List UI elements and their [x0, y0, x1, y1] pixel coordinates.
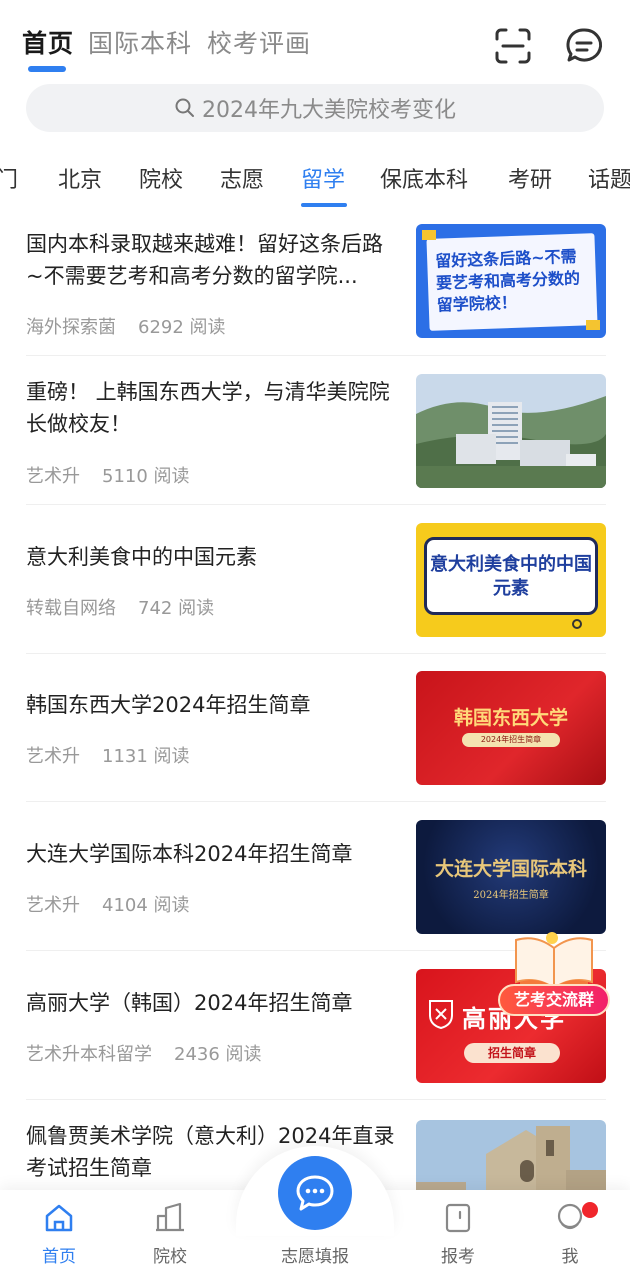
article-author: 海外探索菌 [26, 317, 116, 338]
article-author: 艺术升 [26, 466, 80, 487]
article-author: 艺术升 [26, 895, 80, 916]
apply-icon [445, 1203, 471, 1233]
article-card[interactable]: 国内本科录取越来越难！留好这条后路~不需要艺考和高考分数的留学院... 海外探索… [26, 210, 606, 356]
category-item[interactable]: 门 [0, 162, 18, 194]
article-meta: 转载自网络 742 阅读 [26, 594, 214, 620]
thumbnail-caption: 大连大学国际本科 [434, 858, 587, 880]
article-views: 742 阅读 [138, 598, 215, 619]
scan-icon[interactable] [493, 26, 533, 66]
article-card[interactable]: 韩国东西大学2024年招生简章 艺术升 1131 阅读 韩国东西大学 2024年招… [26, 654, 606, 802]
article-title: 韩国东西大学2024年招生简章 [26, 693, 311, 717]
tape-decor [422, 230, 436, 240]
open-book-icon [515, 932, 593, 990]
article-author: 艺术升 [26, 746, 80, 767]
category-item-topics[interactable]: 话题 [588, 162, 630, 194]
category-item-study-abroad[interactable]: 留学 [301, 162, 345, 194]
thumbnail-subcaption: 2024年招生简章 [462, 733, 560, 747]
search-placeholder: 2024年九大美院校考变化 [202, 98, 456, 123]
article-title: 国内本科录取越来越难！留好这条后路~不需要艺考和高考分数的留学院... [26, 232, 383, 288]
category-item-backup-undergrad[interactable]: 保底本科 [380, 162, 468, 194]
notification-dot [582, 1202, 598, 1218]
article-thumbnail: 意大利美食中的中国元素 [416, 523, 606, 637]
article-meta: 艺术升 1131 阅读 [26, 742, 190, 768]
article-author: 艺术升本科留学 [26, 1044, 152, 1065]
tab-international-undergrad[interactable]: 国际本科 [88, 24, 192, 60]
nav-home[interactable]: 首页 [9, 1190, 109, 1280]
article-title: 高丽大学（韩国）2024年招生简章 [26, 991, 353, 1015]
tab-home[interactable]: 首页 [22, 24, 74, 60]
thumbnail-subcaption: 招生简章 [464, 1043, 560, 1063]
category-item-volunteer[interactable]: 志愿 [220, 162, 264, 194]
nav-profile[interactable]: 我 [520, 1190, 620, 1280]
category-nav: 门 北京 院校 志愿 留学 保底本科 考研 话题 [0, 150, 630, 210]
message-icon[interactable] [564, 26, 604, 66]
top-tab-bar: 首页 国际本科 校考评画 [0, 0, 630, 80]
article-card[interactable]: 大连大学国际本科2024年招生简章 艺术升 4104 阅读 大连大学国际本科 20… [26, 802, 606, 951]
active-tab-indicator [28, 66, 66, 72]
home-icon [45, 1204, 73, 1232]
article-thumbnail: 大连大学国际本科 2024年招生简章 [416, 820, 606, 934]
chat-bubble-icon [296, 1175, 334, 1211]
tape-decor [586, 320, 600, 330]
category-item-postgrad[interactable]: 考研 [508, 162, 552, 194]
article-card[interactable]: 意大利美食中的中国元素 转载自网络 742 阅读 意大利美食中的中国元素 [26, 505, 606, 654]
exam-group-label: 艺考交流群 [498, 984, 610, 1016]
thumbnail-subcaption: 2024年招生简章 [473, 890, 549, 901]
volunteer-fill-button[interactable] [278, 1156, 352, 1230]
category-item-schools[interactable]: 院校 [139, 162, 183, 194]
school-icon [156, 1202, 184, 1232]
article-thumbnail: 留好这条后路~不需要艺考和高考分数的留学院校！ [416, 224, 606, 338]
nav-apply-label: 报考 [441, 1247, 475, 1267]
article-views: 4104 阅读 [102, 895, 190, 916]
article-views: 1131 阅读 [102, 746, 190, 767]
article-title: 大连大学国际本科2024年招生简章 [26, 842, 353, 866]
thumbnail-caption: 韩国东西大学 [453, 707, 568, 729]
nav-schools[interactable]: 院校 [120, 1190, 220, 1280]
nav-volunteer-fill-label: 志愿填报 [281, 1247, 349, 1267]
article-thumbnail [416, 1120, 606, 1190]
thumbnail-caption: 意大利美食中的中国元素 [430, 554, 592, 599]
article-views: 2436 阅读 [174, 1044, 262, 1065]
article-title: 重磅！ 上韩国东西大学，与清华美院院长做校友！ [26, 380, 390, 436]
profile-icon [557, 1203, 583, 1230]
active-category-indicator [301, 203, 347, 207]
category-item-beijing[interactable]: 北京 [58, 162, 102, 194]
article-meta: 艺术升 5110 阅读 [26, 462, 190, 488]
article-meta: 海外探索菌 6292 阅读 [26, 313, 226, 339]
university-crest-icon [429, 1000, 453, 1029]
circle-decor [572, 619, 582, 629]
nav-volunteer-fill[interactable]: 志愿填报 [236, 1146, 394, 1280]
thumbnail-caption: 留好这条后路~不需要艺考和高考分数的留学院校！ [434, 246, 581, 315]
search-icon [175, 98, 194, 117]
campus-photo [416, 374, 606, 488]
article-author: 转载自网络 [26, 598, 116, 619]
article-meta: 艺术升本科留学 2436 阅读 [26, 1040, 262, 1066]
nav-profile-label: 我 [561, 1247, 579, 1267]
article-meta: 艺术升 4104 阅读 [26, 891, 190, 917]
article-views: 6292 阅读 [138, 317, 226, 338]
article-title: 意大利美食中的中国元素 [26, 545, 257, 569]
nav-home-label: 首页 [42, 1247, 76, 1267]
nav-schools-label: 院校 [153, 1247, 187, 1267]
search-bar[interactable]: 2024年九大美院校考变化 [26, 84, 604, 132]
exam-group-badge[interactable]: 艺考交流群 [498, 930, 610, 1022]
church-photo [416, 1120, 606, 1190]
tab-exam-critique[interactable]: 校考评画 [207, 24, 311, 60]
article-thumbnail: 韩国东西大学 2024年招生简章 [416, 671, 606, 785]
article-card[interactable]: 重磅！ 上韩国东西大学，与清华美院院长做校友！ 艺术升 5110 阅读 [26, 356, 606, 505]
article-thumbnail [416, 374, 606, 488]
nav-apply[interactable]: 报考 [408, 1190, 508, 1280]
article-views: 5110 阅读 [102, 466, 190, 487]
